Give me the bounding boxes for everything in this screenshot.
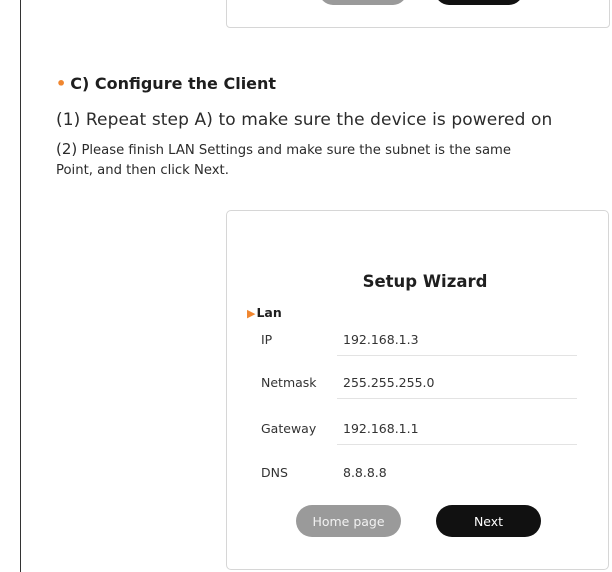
ip-input[interactable]: 192.168.1.3 — [343, 332, 419, 347]
ip-underline — [337, 355, 577, 356]
gateway-underline — [337, 444, 577, 445]
step-1-text: (1) Repeat step A) to make sure the devi… — [56, 110, 553, 130]
home-page-button[interactable]: Home page — [296, 505, 401, 537]
lan-section-label: ▶Lan — [247, 305, 282, 320]
netmask-label: Netmask — [261, 375, 317, 390]
dns-label: DNS — [261, 465, 288, 480]
previous-home-button[interactable] — [319, 0, 407, 5]
gateway-label: Gateway — [261, 421, 317, 436]
ip-field-row: IP 192.168.1.3 — [261, 326, 577, 356]
dns-input[interactable]: 8.8.8.8 — [343, 465, 387, 480]
play-arrow-icon: ▶ — [247, 307, 256, 320]
step-2-body: Please finish LAN Settings and make sure… — [77, 143, 511, 158]
next-button[interactable]: Next — [436, 505, 541, 537]
setup-wizard-panel: Setup Wizard ▶Lan IP 192.168.1.3 Netmask… — [226, 210, 609, 570]
netmask-field-row: Netmask 255.255.255.0 — [261, 369, 577, 399]
netmask-input[interactable]: 255.255.255.0 — [343, 375, 434, 390]
previous-next-button[interactable] — [435, 0, 523, 5]
gateway-field-row: Gateway 192.168.1.1 — [261, 415, 577, 445]
lan-label-text: Lan — [256, 305, 282, 320]
step-2-number: (2) — [56, 140, 78, 158]
ip-label: IP — [261, 332, 273, 347]
step-2-text: (2) Please finish LAN Settings and make … — [56, 140, 511, 158]
section-heading: • C) Configure the Client — [56, 74, 276, 93]
section-heading-text: C) Configure the Client — [70, 74, 277, 93]
gateway-input[interactable]: 192.168.1.1 — [343, 421, 419, 436]
step-2-continuation: Point, and then click Next. — [56, 163, 229, 178]
bullet-icon: • — [56, 74, 67, 93]
wizard-title: Setup Wizard — [362, 272, 488, 291]
dns-field-row: DNS 8.8.8.8 — [261, 459, 577, 489]
page-margin-rule — [20, 0, 21, 572]
netmask-underline — [337, 398, 577, 399]
previous-wizard-panel — [226, 0, 610, 28]
